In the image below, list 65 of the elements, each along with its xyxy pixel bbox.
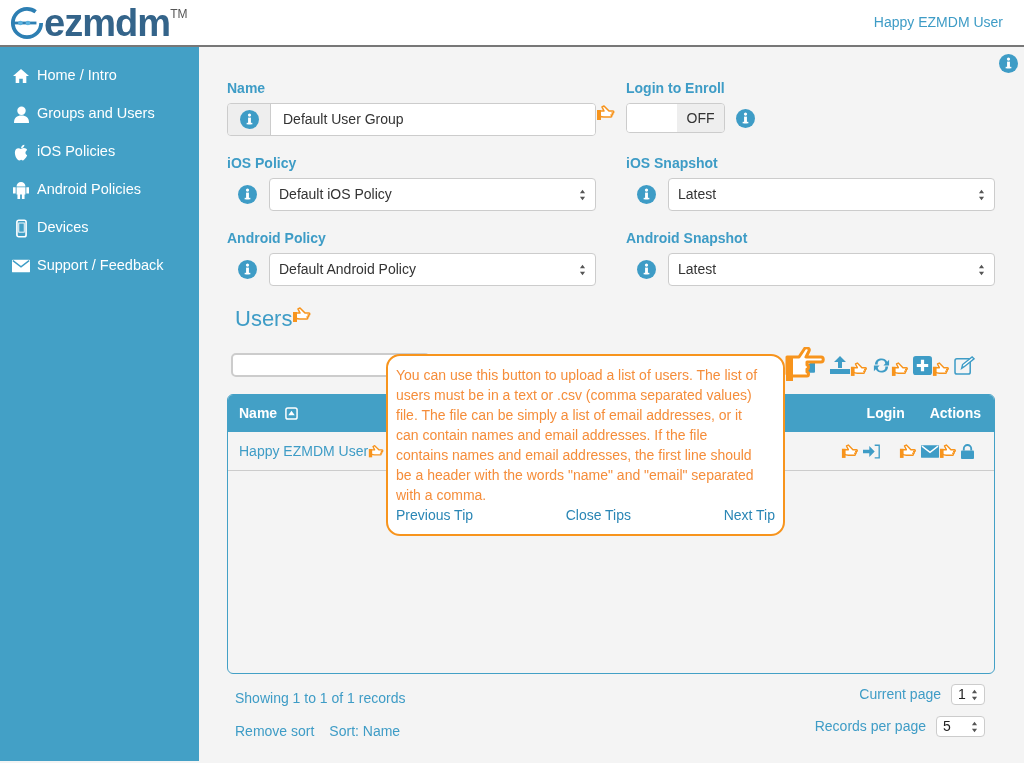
sidebar-item[interactable]: Android Policies [12, 171, 199, 209]
column-header: Actions [929, 404, 981, 423]
sidebar-item[interactable]: Devices [12, 209, 199, 247]
per-page-label: Records per page [814, 717, 926, 736]
dropdown[interactable]: Latest [668, 253, 995, 286]
sidebar-item[interactable]: iOS Policies [12, 133, 199, 171]
column-header[interactable]: Name [239, 403, 299, 424]
select-arrows-icon [978, 188, 985, 201]
dropdown[interactable]: Default Android Policy [269, 253, 596, 286]
field-label: Name [227, 79, 267, 98]
sort-ascending-icon [285, 407, 299, 420]
info-icon[interactable] [637, 185, 656, 204]
user-link[interactable]: Happy EZMDM User [873, 12, 1003, 33]
info-icon[interactable] [637, 260, 656, 279]
column-header: Login [865, 404, 906, 423]
logo-icon [10, 5, 44, 40]
tip-link[interactable]: Previous Tip [396, 505, 474, 525]
select-arrows-icon [971, 688, 978, 701]
select-arrows-icon [579, 263, 586, 276]
email-icon[interactable] [921, 444, 939, 458]
per-page-dropdown[interactable]: 5 [936, 716, 985, 737]
user-icon [13, 105, 29, 123]
login-icon[interactable] [863, 443, 881, 459]
select-arrows-icon [971, 720, 978, 733]
sidebar-item[interactable]: Home / Intro [12, 57, 199, 95]
add-icon[interactable] [913, 355, 932, 375]
dropdown[interactable]: Default iOS Policy [269, 178, 596, 211]
field-label: Login to Enroll [626, 79, 726, 98]
text-field[interactable]: Default User Group [227, 103, 596, 136]
user-name-link[interactable]: Happy EZMDM User [239, 440, 369, 462]
remove-sort-link[interactable]: Remove sort [235, 721, 315, 742]
home-icon [12, 68, 30, 84]
toggle-switch[interactable]: OFF [626, 103, 725, 133]
field-label: iOS Policy [227, 154, 298, 173]
edit-icon[interactable] [954, 355, 975, 375]
lock-icon[interactable] [961, 443, 974, 459]
apple-icon [14, 143, 28, 161]
upload-icon[interactable] [830, 356, 850, 374]
dropdown[interactable]: Latest [668, 178, 995, 211]
tip-link[interactable]: Close Tips [565, 505, 631, 525]
records-summary: Showing 1 to 1 of 1 records [235, 689, 406, 708]
refresh-icon[interactable] [872, 355, 891, 375]
section-title: Users [235, 305, 293, 333]
trademark: TM [170, 5, 188, 21]
info-icon[interactable] [238, 185, 257, 204]
sort-status: Sort: Name [329, 722, 401, 741]
info-icon[interactable] [999, 54, 1018, 73]
page-dropdown[interactable]: 1 [951, 684, 985, 705]
field-label: Android Snapshot [626, 229, 749, 248]
current-page-label: Current page [859, 685, 941, 704]
info-icon[interactable] [239, 110, 259, 129]
tip-text: You can use this button to upload a list of users. The list of users must be in a text or .csv (comma separated values) file. The file can be simply a list of email addresses, or it can contain names and email addresses. If the file contains names and email addresses, the first line should be a header with the words "name" and "email" separated with a comma. [396, 366, 759, 505]
info-icon[interactable] [238, 260, 257, 279]
envelope-icon [12, 259, 30, 273]
field-label: iOS Snapshot [626, 154, 719, 173]
logo-text: ezmdm [44, 2, 171, 43]
select-arrows-icon [579, 188, 586, 201]
sidebar-item[interactable]: Support / Feedback [12, 247, 199, 285]
tip-link[interactable]: Next Tip [723, 505, 775, 525]
sidebar-item[interactable]: Groups and Users [12, 95, 199, 133]
field-label: Android Policy [227, 229, 327, 248]
smartphone-icon [15, 218, 27, 238]
select-arrows-icon [978, 263, 985, 276]
info-icon[interactable] [736, 108, 755, 128]
android-icon [13, 181, 29, 199]
